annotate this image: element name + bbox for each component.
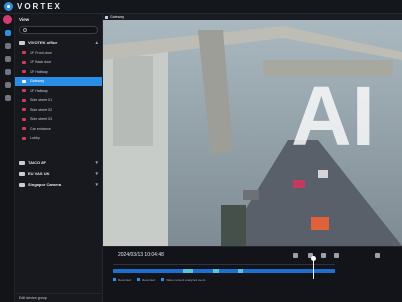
- device-icon: [4, 81, 11, 88]
- avatar[interactable]: [2, 15, 12, 24]
- sidebar-title: View: [19, 17, 30, 22]
- search-icon: [23, 28, 27, 32]
- camera-icon: [22, 127, 26, 131]
- map-icon: [4, 55, 11, 62]
- camera-item[interactable]: 1F Back door: [15, 58, 102, 68]
- timeline-cursor: [313, 259, 314, 279]
- timeline-ruler: [113, 261, 335, 265]
- group-eu[interactable]: EU VAS UK ▾: [15, 168, 102, 179]
- nav-playback[interactable]: [0, 39, 15, 52]
- camera-icon: [22, 108, 26, 112]
- playback-controls: 2024/03/13 10:04:48 Recorded Recorded Vi…: [103, 246, 402, 302]
- camera-item[interactable]: Lobby: [15, 134, 102, 144]
- camera-feed[interactable]: AI: [103, 20, 402, 246]
- top-bar: VORTEX: [0, 0, 402, 14]
- fullscreen-button[interactable]: [375, 253, 380, 258]
- nav-view[interactable]: [0, 26, 15, 39]
- folder-icon: [19, 171, 25, 176]
- bell-icon: [4, 68, 11, 75]
- camera-item[interactable]: 1F Front door: [15, 48, 102, 58]
- gear-icon: [4, 94, 11, 101]
- event-segment: [213, 269, 219, 273]
- camera-icon: [22, 60, 26, 64]
- camera-item[interactable]: 1F Hallway: [15, 86, 102, 96]
- timeline-bar[interactable]: [113, 269, 335, 273]
- camera-icon: [22, 98, 26, 102]
- camera-icon: [22, 51, 26, 55]
- brand-name: VORTEX: [17, 2, 62, 11]
- snapshot-button[interactable]: [293, 253, 298, 258]
- nav-devices[interactable]: [0, 78, 15, 91]
- camera-icon: [22, 70, 26, 74]
- camera-item[interactable]: 1F Hallway: [15, 67, 102, 77]
- search-input[interactable]: [19, 26, 98, 34]
- grid-icon: [4, 29, 11, 36]
- camera-icon: [22, 79, 26, 83]
- group-label: VIVOTEK office: [28, 40, 58, 45]
- chevron-down-icon[interactable]: ▾: [95, 171, 98, 177]
- ai-overlay-text: AI: [291, 69, 375, 163]
- chevron-up-icon[interactable]: ▴: [95, 40, 98, 46]
- nav-rail: [0, 14, 15, 302]
- camera-icon: [22, 117, 26, 121]
- group-singapore[interactable]: Singapor Camera ▾: [15, 179, 102, 190]
- nav-settings[interactable]: [0, 91, 15, 104]
- nav-map[interactable]: [0, 52, 15, 65]
- camera-item-selected[interactable]: Gateway: [15, 76, 102, 86]
- event-segment: [238, 269, 243, 273]
- camera-item[interactable]: Car entrance: [15, 124, 102, 134]
- vortex-app: VORTEX View VIVOTEK office ▴ 1F Front do…: [0, 0, 402, 302]
- camera-item[interactable]: Side street 03: [15, 115, 102, 125]
- nav-alarms[interactable]: [0, 65, 15, 78]
- timeline-legend: Recorded Recorded Video content analyzed…: [113, 278, 205, 282]
- folder-icon: [19, 160, 25, 165]
- event-segment: [183, 269, 193, 273]
- camera-item[interactable]: Side street 01: [15, 96, 102, 106]
- chevron-down-icon[interactable]: ▾: [95, 160, 98, 166]
- camera-item[interactable]: Side street 02: [15, 105, 102, 115]
- vortex-logo-icon: [4, 2, 13, 11]
- play-button[interactable]: [321, 253, 326, 258]
- group-vivotek-office[interactable]: VIVOTEK office ▴: [15, 37, 102, 48]
- group-taico[interactable]: TAICO 8F ▾: [15, 157, 102, 168]
- next-frame-button[interactable]: [334, 253, 339, 258]
- device-sidebar: View VIVOTEK office ▴ 1F Front door 1F B…: [15, 14, 103, 302]
- main-view: Gateway AI 2024/03/13 10:04:48 Recorded …: [103, 14, 402, 302]
- folder-icon: [19, 40, 25, 45]
- street-scene: AI: [103, 20, 402, 246]
- page-controls: [103, 295, 402, 302]
- folder-icon: [19, 182, 25, 187]
- chevron-down-icon[interactable]: ▾: [95, 182, 98, 188]
- edit-device-group-button[interactable]: Edit device group: [15, 293, 103, 302]
- playback-icon: [4, 42, 11, 49]
- timestamp: 2024/03/13 10:04:48: [118, 252, 164, 258]
- camera-icon: [22, 89, 26, 93]
- camera-icon: [22, 136, 26, 140]
